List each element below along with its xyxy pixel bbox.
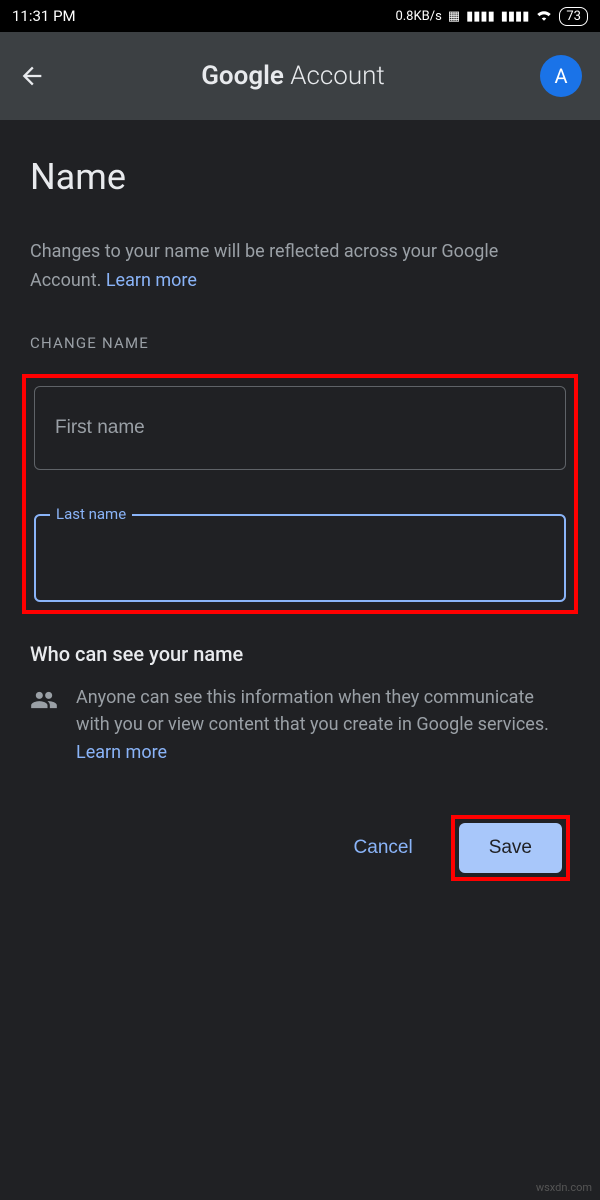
header-title-bold: Google: [201, 61, 284, 91]
main-content: Name Changes to your name will be reflec…: [0, 120, 600, 881]
button-row: Cancel Save: [30, 815, 570, 881]
header-title-light: Account: [284, 61, 385, 91]
battery-icon: 73: [559, 7, 588, 26]
app-header: Google Account A: [0, 32, 600, 120]
visibility-section: Who can see your name Anyone can see thi…: [30, 642, 570, 768]
signal-icon-2: ▮▮▮▮: [501, 9, 530, 24]
status-time: 11:31 PM: [12, 7, 76, 25]
last-name-label: Last name: [50, 505, 132, 523]
save-button[interactable]: Save: [459, 823, 562, 873]
status-bar: 11:31 PM 0.8KB/s ▦ ▮▮▮▮ ▮▮▮▮ 73: [0, 0, 600, 32]
status-right: 0.8KB/s ▦ ▮▮▮▮ ▮▮▮▮ 73: [395, 7, 588, 26]
visibility-text: Anyone can see this information when the…: [76, 684, 570, 768]
header-title: Google Account: [46, 61, 540, 91]
wifi-icon: [535, 7, 553, 25]
people-icon: [30, 686, 58, 768]
last-name-input[interactable]: [56, 516, 544, 600]
save-highlight: Save: [451, 815, 570, 881]
watermark: wsxdn.com: [536, 1181, 592, 1194]
signal-icon-1: ▮▮▮▮: [466, 9, 495, 24]
form-highlight: Last name: [22, 374, 578, 614]
learn-more-link[interactable]: Learn more: [106, 270, 197, 291]
visibility-title: Who can see your name: [30, 642, 570, 666]
back-arrow-icon[interactable]: [18, 62, 46, 90]
avatar-letter: A: [554, 64, 567, 88]
page-description: Changes to your name will be reflected a…: [30, 238, 570, 296]
page-title: Name: [30, 156, 570, 198]
last-name-wrap: Last name: [34, 514, 566, 602]
change-name-label: CHANGE NAME: [30, 334, 570, 352]
first-name-input[interactable]: [34, 386, 566, 470]
cancel-button[interactable]: Cancel: [334, 823, 433, 873]
volte-icon: ▦: [448, 9, 460, 24]
first-name-wrap: [34, 386, 566, 470]
visibility-learn-more-link[interactable]: Learn more: [76, 742, 167, 763]
avatar[interactable]: A: [540, 55, 582, 97]
status-data-rate: 0.8KB/s: [395, 9, 441, 24]
